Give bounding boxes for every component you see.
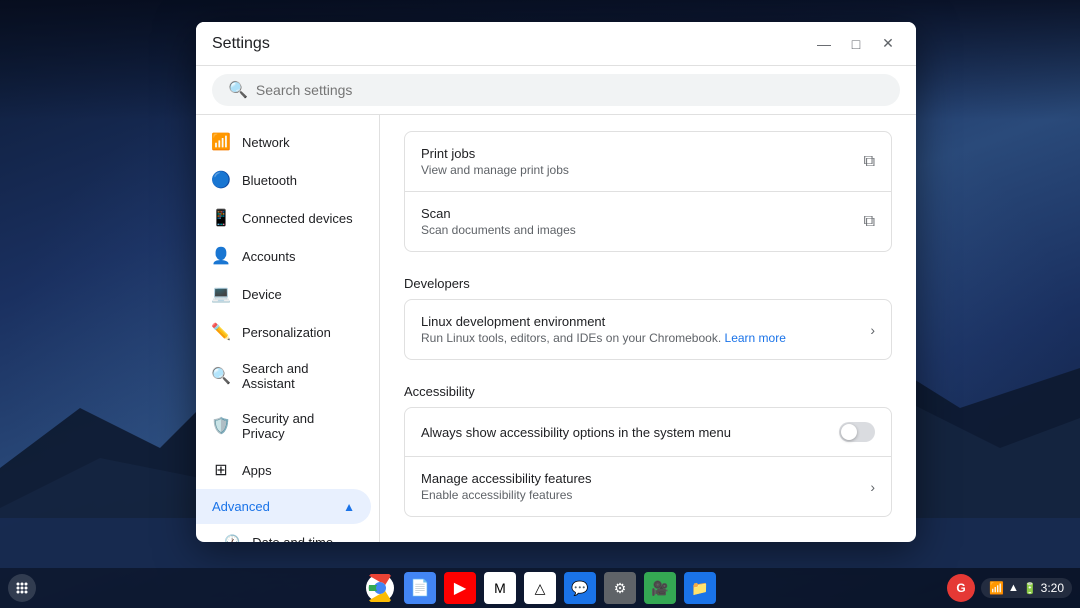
linux-dev-item[interactable]: Linux development environment Run Linux … bbox=[405, 300, 891, 359]
manage-accessibility-desc: Enable accessibility features bbox=[421, 488, 592, 502]
sidebar-item-label: Connected devices bbox=[242, 211, 355, 226]
reset-section: Reset settings Powerwash Remove all user… bbox=[404, 541, 892, 542]
accessibility-toggle[interactable] bbox=[839, 422, 875, 442]
scan-desc: Scan documents and images bbox=[421, 223, 576, 237]
search-input[interactable] bbox=[256, 82, 884, 98]
minimize-button[interactable]: — bbox=[812, 32, 836, 56]
manage-accessibility-item[interactable]: Manage accessibility features Enable acc… bbox=[405, 457, 891, 516]
search-container: 🔍 bbox=[196, 66, 916, 115]
print-jobs-item[interactable]: Print jobs View and manage print jobs ⧉ bbox=[405, 132, 891, 192]
linux-dev-title: Linux development environment bbox=[421, 314, 786, 329]
taskbar-gmail-icon[interactable]: M bbox=[484, 572, 516, 604]
chevron-right-icon-2: › bbox=[870, 479, 875, 495]
chevron-up-icon: ▲ bbox=[343, 500, 355, 514]
taskbar-files-icon[interactable]: 📁 bbox=[684, 572, 716, 604]
chevron-right-icon: › bbox=[870, 322, 875, 338]
window-controls: — □ ✕ bbox=[812, 32, 900, 56]
launcher-icon bbox=[15, 581, 29, 595]
accessibility-card: Always show accessibility options in the… bbox=[404, 407, 892, 517]
taskbar-drive-icon[interactable]: △ bbox=[524, 572, 556, 604]
developers-section: Developers Linux development environment… bbox=[404, 276, 892, 360]
search-nav-icon: 🔍 bbox=[212, 367, 230, 385]
sidebar-item-label: Device bbox=[242, 287, 355, 302]
sidebar: 📶 Network 🔵 Bluetooth 📱 Connected device… bbox=[196, 115, 380, 542]
taskbar-youtube-icon[interactable]: ▶ bbox=[444, 572, 476, 604]
print-section: Print jobs View and manage print jobs ⧉ … bbox=[404, 131, 892, 252]
reset-section-title: Reset settings bbox=[404, 541, 892, 542]
sidebar-item-label: Search and Assistant bbox=[242, 361, 355, 391]
title-bar: Settings — □ ✕ bbox=[196, 22, 916, 66]
sidebar-item-device[interactable]: 💻 Device bbox=[196, 275, 371, 313]
sidebar-item-date-time[interactable]: 🕐 Date and time bbox=[196, 524, 371, 542]
sidebar-item-label: Apps bbox=[242, 463, 355, 478]
sidebar-item-label: Network bbox=[242, 135, 355, 150]
sidebar-item-personalization[interactable]: ✏️ Personalization bbox=[196, 313, 371, 351]
sidebar-item-search-assistant[interactable]: 🔍 Search and Assistant bbox=[196, 351, 371, 401]
window-title: Settings bbox=[212, 35, 270, 53]
search-bar: 🔍 bbox=[212, 74, 900, 106]
avatar[interactable]: G bbox=[947, 574, 975, 602]
time-display: 3:20 bbox=[1041, 581, 1064, 595]
taskbar-docs-icon[interactable]: 📄 bbox=[404, 572, 436, 604]
taskbar-settings-icon[interactable]: ⚙ bbox=[604, 572, 636, 604]
search-icon: 🔍 bbox=[228, 80, 248, 100]
launcher-button[interactable] bbox=[8, 574, 36, 602]
developers-card: Linux development environment Run Linux … bbox=[404, 299, 892, 360]
accessibility-section: Accessibility Always show accessibility … bbox=[404, 384, 892, 517]
learn-more-link[interactable]: Learn more bbox=[725, 331, 786, 345]
taskbar-center: 📄 ▶ M △ 💬 ⚙ 🎥 📁 bbox=[364, 572, 716, 604]
external-link-icon-2: ⧉ bbox=[864, 213, 875, 231]
network-status-icon: 📶 bbox=[989, 581, 1004, 595]
battery-icon: 🔋 bbox=[1023, 582, 1037, 595]
pencil-icon: ✏️ bbox=[212, 323, 230, 341]
settings-body: 📶 Network 🔵 Bluetooth 📱 Connected device… bbox=[196, 115, 916, 542]
sidebar-advanced-header[interactable]: Advanced ▲ bbox=[196, 489, 371, 524]
accessibility-section-title: Accessibility bbox=[404, 384, 892, 399]
always-show-title: Always show accessibility options in the… bbox=[421, 425, 731, 440]
wifi-icon: 📶 bbox=[212, 133, 230, 151]
clock-icon: 🕐 bbox=[224, 534, 240, 542]
taskbar-right: G 📶 ▲ 🔋 3:20 bbox=[947, 574, 1072, 602]
bluetooth-icon: 🔵 bbox=[212, 171, 230, 189]
sidebar-item-label: Personalization bbox=[242, 325, 355, 340]
taskbar-chrome-icon[interactable] bbox=[364, 572, 396, 604]
external-link-icon: ⧉ bbox=[864, 153, 875, 171]
developers-section-title: Developers bbox=[404, 276, 892, 291]
sidebar-item-accounts[interactable]: 👤 Accounts bbox=[196, 237, 371, 275]
always-show-accessibility-item[interactable]: Always show accessibility options in the… bbox=[405, 408, 891, 457]
scan-title: Scan bbox=[421, 206, 576, 221]
person-icon: 👤 bbox=[212, 247, 230, 265]
print-jobs-desc: View and manage print jobs bbox=[421, 163, 569, 177]
grid-icon: ⊞ bbox=[212, 461, 230, 479]
scan-item[interactable]: Scan Scan documents and images ⧉ bbox=[405, 192, 891, 251]
taskbar-meet-icon[interactable]: 🎥 bbox=[644, 572, 676, 604]
manage-accessibility-title: Manage accessibility features bbox=[421, 471, 592, 486]
sidebar-item-label: Bluetooth bbox=[242, 173, 355, 188]
sidebar-item-bluetooth[interactable]: 🔵 Bluetooth bbox=[196, 161, 371, 199]
taskbar: 📄 ▶ M △ 💬 ⚙ 🎥 📁 G bbox=[0, 568, 1080, 608]
print-jobs-title: Print jobs bbox=[421, 146, 569, 161]
sidebar-item-security-privacy[interactable]: 🛡️ Security and Privacy bbox=[196, 401, 371, 451]
sidebar-item-network[interactable]: 📶 Network bbox=[196, 123, 371, 161]
sidebar-item-label: Accounts bbox=[242, 249, 355, 264]
laptop-icon: 💻 bbox=[212, 285, 230, 303]
linux-dev-desc: Run Linux tools, editors, and IDEs on yo… bbox=[421, 331, 786, 345]
maximize-button[interactable]: □ bbox=[844, 32, 868, 56]
taskbar-messages-icon[interactable]: 💬 bbox=[564, 572, 596, 604]
sidebar-item-connected-devices[interactable]: 📱 Connected devices bbox=[196, 199, 371, 237]
settings-window: Settings — □ ✕ 🔍 📶 Network 🔵 Bluetooth bbox=[196, 22, 916, 542]
sidebar-item-apps[interactable]: ⊞ Apps bbox=[196, 451, 371, 489]
advanced-label: Advanced bbox=[212, 499, 270, 514]
shield-icon: 🛡️ bbox=[212, 417, 230, 435]
system-tray[interactable]: 📶 ▲ 🔋 3:20 bbox=[981, 578, 1072, 598]
devices-icon: 📱 bbox=[212, 209, 230, 227]
sidebar-item-label: Security and Privacy bbox=[242, 411, 355, 441]
sidebar-sub-item-label: Date and time bbox=[252, 535, 333, 543]
taskbar-left bbox=[8, 574, 36, 602]
close-button[interactable]: ✕ bbox=[876, 32, 900, 56]
print-card: Print jobs View and manage print jobs ⧉ … bbox=[404, 131, 892, 252]
main-content: Print jobs View and manage print jobs ⧉ … bbox=[380, 115, 916, 542]
wifi-icon-tray: ▲ bbox=[1008, 582, 1019, 594]
